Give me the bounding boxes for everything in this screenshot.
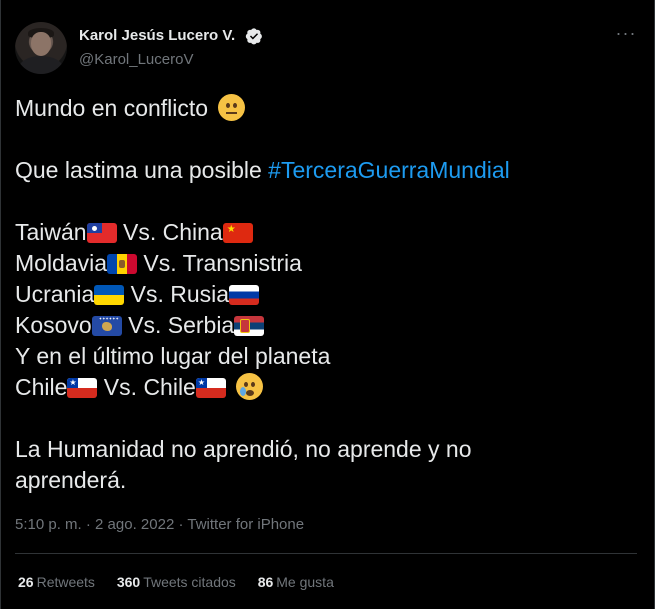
conflict-line: Taiwán Vs. China ★ bbox=[15, 217, 635, 248]
retweets-stat[interactable]: 26 Retweets bbox=[18, 574, 95, 590]
neutral-face-emoji bbox=[218, 94, 246, 121]
country-name: Transnistria bbox=[182, 250, 302, 276]
flag-kosovo: ✦✦✦✦✦✦ bbox=[91, 316, 122, 336]
tweet-date[interactable]: 2 ago. 2022 bbox=[95, 516, 174, 533]
avatar-face bbox=[31, 32, 51, 56]
quote-tweets-count: 360 bbox=[116, 574, 141, 590]
tweet-line-text: Y en el último lugar del planeta bbox=[15, 343, 331, 369]
tweet-line-text: Que lastima una posible bbox=[15, 157, 269, 183]
quote-tweets-stat[interactable]: 360 Tweets citados bbox=[117, 574, 236, 590]
country-name: Moldavia bbox=[15, 250, 108, 276]
retweets-count: 26 bbox=[18, 574, 34, 590]
likes-label: Me gusta bbox=[276, 574, 334, 590]
meta-separator: · bbox=[174, 516, 188, 533]
country-name: Taiwán bbox=[15, 219, 87, 245]
avatar-body bbox=[19, 56, 63, 74]
user-handle[interactable]: @Karol_LuceroV bbox=[79, 51, 193, 68]
country-name: Rusia bbox=[170, 281, 230, 307]
tweet-line-text: La Humanidad no aprendió, no aprende y n… bbox=[15, 436, 472, 462]
country-name: Kosovo bbox=[15, 312, 92, 338]
country-name: Ucrania bbox=[15, 281, 95, 307]
display-name[interactable]: Karol Jesús Lucero V. bbox=[79, 27, 235, 44]
conflict-line: Moldavia Vs. Transnistria bbox=[15, 248, 635, 279]
tweet-line: Que lastima una posible #TerceraGuerraMu… bbox=[15, 155, 635, 186]
flag-china: ★ bbox=[222, 223, 253, 243]
country-name: Chile bbox=[143, 374, 196, 400]
versus-text: Vs. bbox=[137, 250, 183, 276]
tweet-meta: 5:10 p. m. · 2 ago. 2022 · Twitter for i… bbox=[15, 516, 304, 533]
crying-face-emoji bbox=[236, 373, 264, 400]
tweet-line: La Humanidad no aprendió, no aprende y n… bbox=[15, 434, 635, 465]
versus-text: Vs. bbox=[97, 374, 144, 400]
meta-separator: · bbox=[81, 516, 96, 533]
versus-text: Vs. bbox=[116, 219, 163, 245]
flag-chile: ★ bbox=[67, 378, 98, 398]
flag-serbia bbox=[234, 316, 265, 336]
versus-text: Vs. bbox=[124, 281, 171, 307]
avatar[interactable] bbox=[15, 22, 67, 74]
likes-count: 86 bbox=[257, 574, 274, 590]
tweet-card: Karol Jesús Lucero V. @Karol_LuceroV ···… bbox=[0, 0, 655, 609]
flag-russia bbox=[229, 285, 260, 305]
verified-badge-icon bbox=[245, 28, 262, 45]
tweet-line-text: aprenderá. bbox=[15, 467, 127, 493]
conflict-line: Chile ★ Vs. Chile ★ bbox=[15, 372, 635, 403]
country-name: China bbox=[162, 219, 223, 245]
likes-stat[interactable]: 86 Me gusta bbox=[258, 574, 334, 590]
tweet-line-text: Mundo en conflicto bbox=[15, 95, 209, 121]
conflict-line: Ucrania Vs. Rusia bbox=[15, 279, 635, 310]
tweet-stats: 26 Retweets 360 Tweets citados 86 Me gusta bbox=[18, 574, 352, 590]
country-name: Chile bbox=[15, 374, 68, 400]
hashtag-link[interactable]: #TerceraGuerraMundial bbox=[268, 157, 510, 183]
flag-ukraine bbox=[94, 285, 125, 305]
tweet-source-link[interactable]: Twitter for iPhone bbox=[187, 516, 304, 533]
flag-moldova bbox=[107, 254, 138, 274]
country-name: Serbia bbox=[167, 312, 235, 338]
flag-taiwan bbox=[86, 223, 117, 243]
tweet-line: Mundo en conflicto bbox=[15, 93, 635, 124]
more-options-icon[interactable]: ··· bbox=[612, 24, 640, 46]
flag-chile: ★ bbox=[195, 378, 226, 398]
tweet-time[interactable]: 5:10 p. m. bbox=[15, 516, 82, 533]
conflict-line: Kosovo ✦✦✦✦✦✦ Vs. Serbia bbox=[15, 310, 635, 341]
retweets-label: Retweets bbox=[36, 574, 95, 590]
tweet-text: Mundo en conflicto Que lastima una posib… bbox=[15, 93, 635, 496]
tweet-line: aprenderá. bbox=[15, 465, 635, 496]
tweet-line: Y en el último lugar del planeta bbox=[15, 341, 635, 372]
versus-text: Vs. bbox=[121, 312, 168, 338]
quote-tweets-label: Tweets citados bbox=[143, 574, 236, 590]
divider bbox=[15, 553, 637, 554]
